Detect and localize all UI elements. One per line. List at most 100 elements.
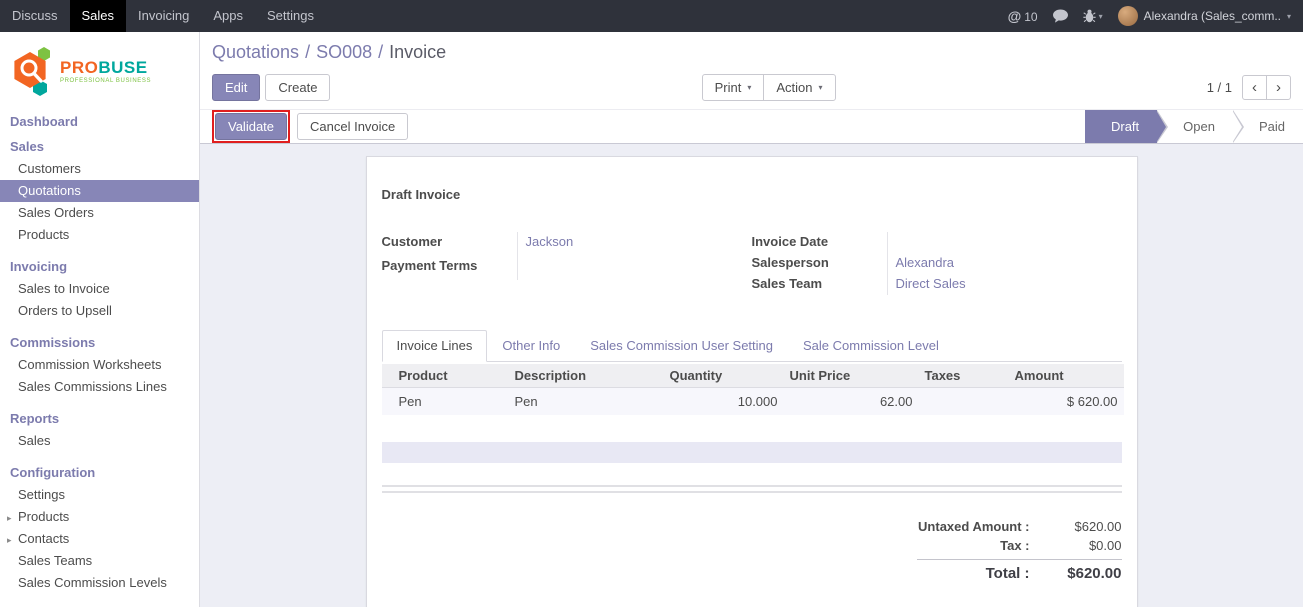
sidebar-item-config-contacts[interactable]: ▸Contacts bbox=[0, 528, 199, 550]
sidebar-heading-sales[interactable]: Sales bbox=[0, 135, 199, 158]
bug-icon bbox=[1083, 9, 1096, 23]
sidebar-item-label: Products bbox=[18, 509, 69, 524]
chevron-right-icon: › bbox=[1276, 79, 1281, 96]
salesperson-label: Salesperson bbox=[752, 253, 887, 274]
mentions-indicator[interactable]: @ 10 bbox=[1008, 8, 1038, 24]
cell-quantity: 10.000 bbox=[664, 388, 784, 416]
cp-center-buttons: Print ▾ Action▾ bbox=[330, 74, 1206, 101]
tax-row: Tax : $0.00 bbox=[917, 536, 1122, 555]
probuse-logo[interactable]: PROBUSE PROFESSIONAL BUSINESS bbox=[0, 32, 199, 108]
pager-counter: 1 / 1 bbox=[1207, 80, 1232, 95]
app-menus: Discuss Sales Invoicing Apps Settings bbox=[0, 0, 326, 32]
pager-next-button[interactable]: › bbox=[1266, 75, 1291, 100]
caret-right-icon: ▸ bbox=[7, 511, 12, 525]
menu-settings[interactable]: Settings bbox=[255, 0, 326, 32]
breadcrumb-current: Invoice bbox=[389, 42, 446, 62]
sidebar-item-sales-commission-levels[interactable]: Sales Commission Levels bbox=[0, 572, 199, 594]
breadcrumb-separator: / bbox=[305, 42, 310, 62]
sidebar-item-sales-to-invoice[interactable]: Sales to Invoice bbox=[0, 278, 199, 300]
sales-team-value-link[interactable]: Direct Sales bbox=[887, 274, 1122, 295]
caret-down-icon: ▾ bbox=[819, 80, 823, 95]
user-menu[interactable]: Alexandra (Sales_comm.. ▾ bbox=[1118, 6, 1291, 26]
column-header-amount[interactable]: Amount bbox=[1009, 364, 1124, 388]
sidebar-item-settings[interactable]: Settings bbox=[0, 484, 199, 506]
top-navbar: Discuss Sales Invoicing Apps Settings @ … bbox=[0, 0, 1303, 32]
menu-apps[interactable]: Apps bbox=[201, 0, 255, 32]
column-header-taxes[interactable]: Taxes bbox=[919, 364, 1009, 388]
sidebar-item-products[interactable]: Products bbox=[0, 224, 199, 246]
sidebar-heading-commissions[interactable]: Commissions bbox=[0, 331, 199, 354]
sidebar-item-customers[interactable]: Customers bbox=[0, 158, 199, 180]
sidebar-item-label: Contacts bbox=[18, 531, 69, 546]
form-view-area: Draft Invoice Customer Jackson Payment T… bbox=[200, 144, 1303, 607]
logo-title-left: PRO bbox=[60, 58, 98, 77]
tab-invoice-lines[interactable]: Invoice Lines bbox=[382, 330, 488, 362]
chat-bubble-icon bbox=[1053, 9, 1068, 23]
edit-button[interactable]: Edit bbox=[212, 74, 260, 101]
validate-button[interactable]: Validate bbox=[215, 113, 287, 140]
sidebar-item-sales-orders[interactable]: Sales Orders bbox=[0, 202, 199, 224]
sidebar-section-commissions: Commissions Commission Worksheets Sales … bbox=[0, 331, 199, 398]
caret-down-icon: ▾ bbox=[747, 80, 751, 95]
sidebar-section-invoicing: Invoicing Sales to Invoice Orders to Ups… bbox=[0, 255, 199, 322]
create-button[interactable]: Create bbox=[265, 74, 330, 101]
payment-terms-value[interactable] bbox=[517, 256, 752, 280]
sidebar-item-sales-commissions-lines[interactable]: Sales Commissions Lines bbox=[0, 376, 199, 398]
sidebar-item-reports-sales[interactable]: Sales bbox=[0, 430, 199, 452]
sidebar-item-sales-teams[interactable]: Sales Teams bbox=[0, 550, 199, 572]
table-row[interactable]: Pen Pen 10.000 62.00 $ 620.00 bbox=[382, 388, 1124, 416]
menu-discuss[interactable]: Discuss bbox=[0, 0, 70, 32]
sidebar-item-config-products[interactable]: ▸ Products bbox=[0, 506, 199, 528]
tax-value: $0.00 bbox=[1042, 538, 1122, 553]
breadcrumb: Quotations/SO008/Invoice bbox=[212, 42, 1291, 63]
at-icon: @ bbox=[1008, 8, 1022, 24]
avatar bbox=[1118, 6, 1138, 26]
document-title: Draft Invoice bbox=[382, 187, 1122, 202]
menu-invoicing[interactable]: Invoicing bbox=[126, 0, 201, 32]
caret-down-icon: ▾ bbox=[1287, 12, 1291, 21]
print-label: Print bbox=[715, 80, 742, 95]
total-value: $620.00 bbox=[1042, 565, 1122, 582]
status-step-draft[interactable]: Draft bbox=[1085, 110, 1157, 143]
sidebar-section-reports: Reports Sales bbox=[0, 407, 199, 452]
sidebar-item-quotations[interactable]: Quotations bbox=[0, 180, 199, 202]
sidebar-heading-invoicing[interactable]: Invoicing bbox=[0, 255, 199, 278]
column-header-description[interactable]: Description bbox=[509, 364, 664, 388]
sidebar-heading-reports[interactable]: Reports bbox=[0, 407, 199, 430]
messages-menu[interactable] bbox=[1053, 9, 1068, 23]
field-group-left: Customer Jackson Payment Terms bbox=[382, 232, 752, 295]
status-step-open[interactable]: Open bbox=[1157, 110, 1233, 143]
untaxed-amount-row: Untaxed Amount : $620.00 bbox=[917, 517, 1122, 536]
control-panel-buttons-row: Edit Create Print ▾ Action▾ 1 / 1 ‹ › bbox=[212, 74, 1291, 101]
debug-menu[interactable]: ▾ bbox=[1083, 9, 1103, 23]
breadcrumb-quotations[interactable]: Quotations bbox=[212, 42, 299, 62]
invoice-date-value[interactable] bbox=[887, 232, 1122, 253]
logo-text: PROBUSE PROFESSIONAL BUSINESS bbox=[60, 59, 151, 84]
print-action-group: Print ▾ Action▾ bbox=[702, 74, 836, 101]
salesperson-value-link[interactable]: Alexandra bbox=[887, 253, 1122, 274]
customer-value-link[interactable]: Jackson bbox=[517, 232, 752, 256]
tab-sales-commission-user-setting[interactable]: Sales Commission User Setting bbox=[575, 330, 788, 362]
sidebar-item-dashboard[interactable]: Dashboard bbox=[0, 110, 199, 133]
breadcrumb-so008[interactable]: SO008 bbox=[316, 42, 372, 62]
cancel-invoice-button[interactable]: Cancel Invoice bbox=[297, 113, 408, 140]
pager-previous-button[interactable]: ‹ bbox=[1242, 75, 1267, 100]
main-wrapper: PROBUSE PROFESSIONAL BUSINESS Dashboard … bbox=[0, 32, 1303, 607]
topbar-systray: @ 10 ▾ Alexandra (Sales_comm.. ▾ bbox=[1008, 0, 1303, 32]
cell-product: Pen bbox=[382, 388, 509, 416]
invoice-date-label: Invoice Date bbox=[752, 232, 887, 253]
print-dropdown-button[interactable]: Print ▾ bbox=[702, 74, 765, 101]
action-dropdown-button[interactable]: Action▾ bbox=[763, 74, 835, 101]
column-header-quantity[interactable]: Quantity bbox=[664, 364, 784, 388]
sidebar-heading-configuration[interactable]: Configuration bbox=[0, 461, 199, 484]
sidebar: PROBUSE PROFESSIONAL BUSINESS Dashboard … bbox=[0, 32, 200, 607]
sidebar-item-orders-to-upsell[interactable]: Orders to Upsell bbox=[0, 300, 199, 322]
tab-other-info[interactable]: Other Info bbox=[487, 330, 575, 362]
tab-sale-commission-level[interactable]: Sale Commission Level bbox=[788, 330, 954, 362]
sidebar-item-commission-worksheets[interactable]: Commission Worksheets bbox=[0, 354, 199, 376]
field-groups: Customer Jackson Payment Terms Invoice D… bbox=[382, 232, 1122, 295]
column-header-unit-price[interactable]: Unit Price bbox=[784, 364, 919, 388]
cell-description: Pen bbox=[509, 388, 664, 416]
column-header-product[interactable]: Product bbox=[382, 364, 509, 388]
menu-sales[interactable]: Sales bbox=[70, 0, 127, 32]
